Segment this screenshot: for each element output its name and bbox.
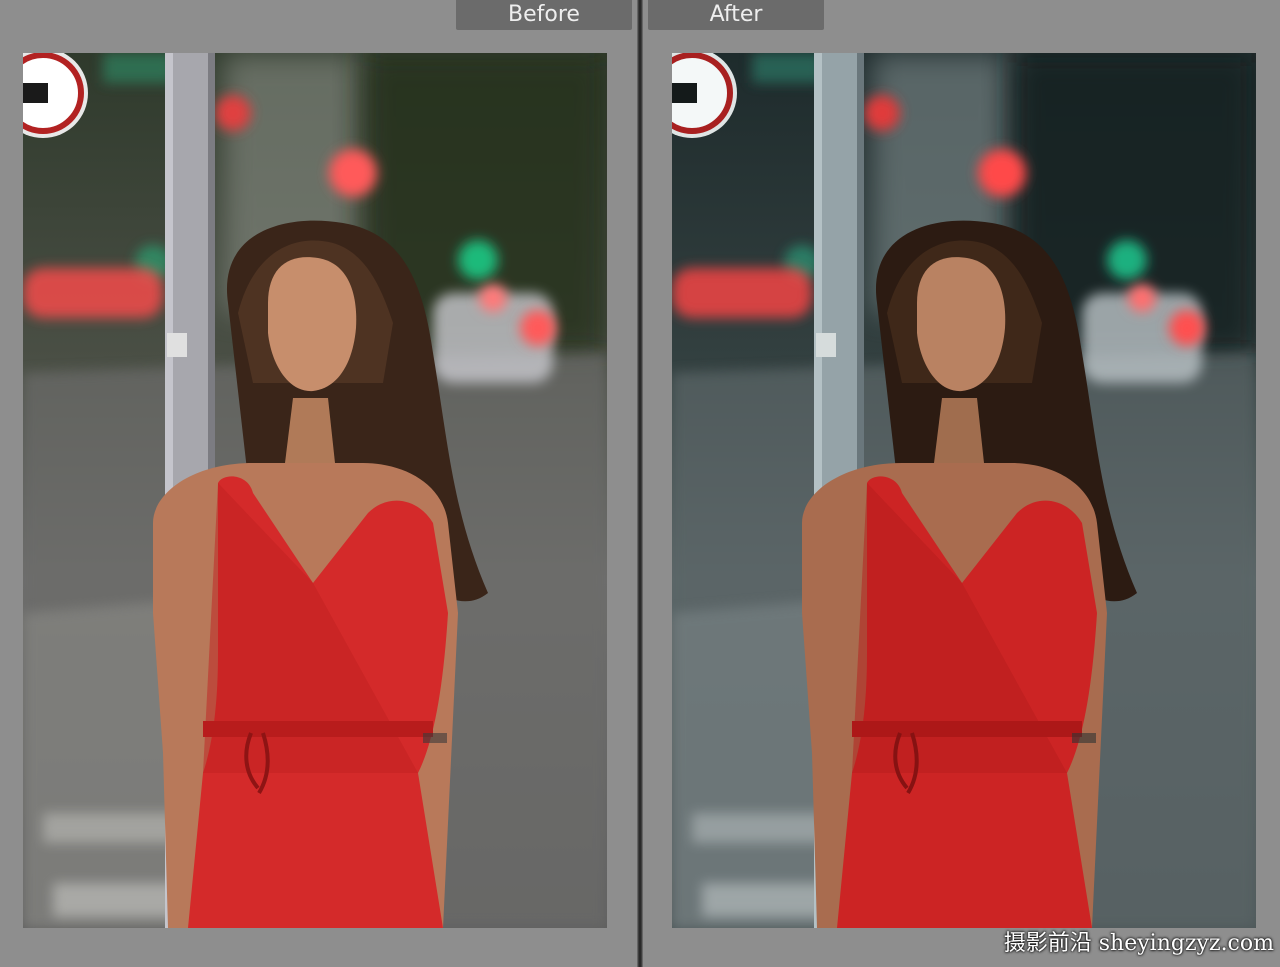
watermark-text: 摄影前沿 sheyingzyz.com — [1003, 931, 1274, 956]
after-pane: After 摄影前沿 sheyingzyz.com — [643, 0, 1280, 967]
after-photo — [672, 53, 1256, 928]
after-tab[interactable]: After — [648, 0, 824, 30]
before-tab[interactable]: Before — [456, 0, 632, 30]
before-pane: Before — [0, 0, 637, 967]
before-photo — [23, 53, 607, 928]
